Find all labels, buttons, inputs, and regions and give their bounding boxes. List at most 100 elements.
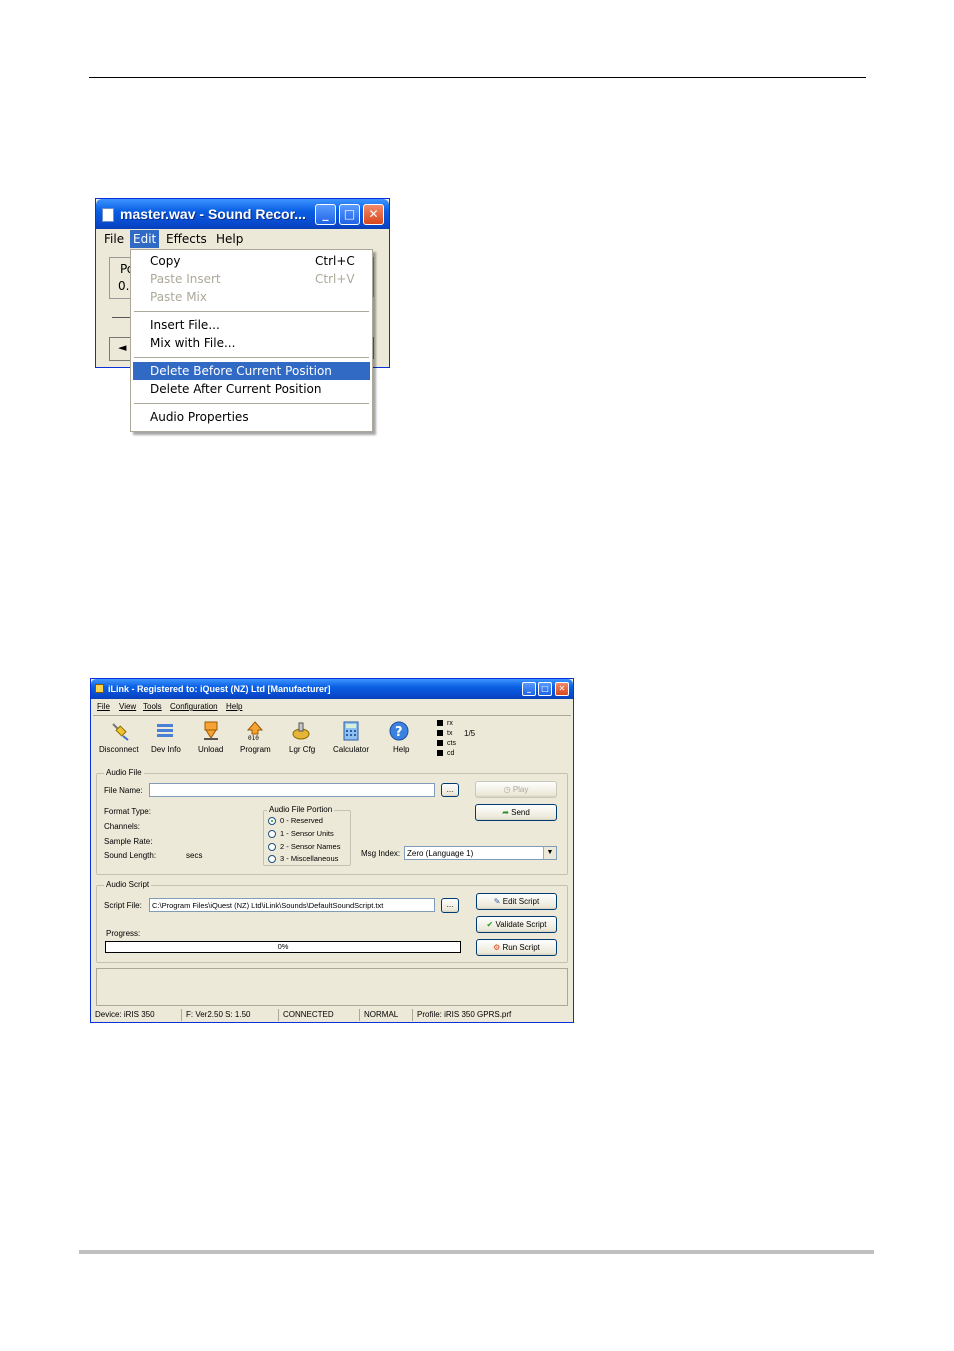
minimize-icon[interactable]: _ bbox=[315, 204, 336, 225]
ilink-title-bar[interactable]: iLink - Registered to: iQuest (NZ) Ltd [… bbox=[91, 679, 573, 699]
menu-separator bbox=[134, 357, 369, 358]
ilink-window: iLink - Registered to: iQuest (NZ) Ltd [… bbox=[90, 678, 574, 1023]
toolbar-unload-label[interactable]: Unload bbox=[198, 745, 223, 754]
menu-configuration[interactable]: Configuration bbox=[170, 702, 218, 711]
sound-length-label: Sound Length: bbox=[104, 851, 157, 860]
menu-item-delete-after[interactable]: Delete After Current Position bbox=[133, 380, 370, 398]
progress-label: Progress: bbox=[106, 929, 141, 938]
disconnect-plug-icon[interactable] bbox=[110, 721, 130, 741]
channels-label: Channels: bbox=[104, 822, 141, 831]
portion-label-miscellaneous: 3 - Miscellaneous bbox=[280, 854, 339, 863]
menu-item-paste-mix[interactable]: Paste Mix bbox=[133, 288, 370, 306]
portion-label-reserved: 0 - Reserved bbox=[280, 816, 323, 825]
audio-file-group-title: Audio File bbox=[104, 768, 144, 777]
portion-radio-reserved[interactable] bbox=[268, 817, 276, 825]
edit-script-button[interactable]: ✎ Edit Script bbox=[476, 893, 557, 910]
status-firmware: F: Ver2.50 S: 1.50 bbox=[182, 1009, 279, 1021]
menu-help[interactable]: Help bbox=[226, 702, 242, 711]
toolbar-divider bbox=[93, 715, 571, 716]
svg-text:010: 010 bbox=[248, 735, 259, 741]
status-device: Device: iRIS 350 bbox=[91, 1009, 182, 1021]
ilink-menubar: File View Tools Configuration Help bbox=[91, 700, 573, 714]
led-counter: 1/5 bbox=[464, 729, 476, 738]
progress-text: 0% bbox=[277, 942, 289, 951]
run-script-button[interactable]: ⚙ Run Script bbox=[476, 939, 557, 956]
portion-radio-sensor-names[interactable] bbox=[268, 843, 276, 851]
led-cts-label: cts bbox=[447, 740, 456, 747]
menu-item-audio-properties[interactable]: Audio Properties bbox=[133, 408, 370, 426]
script-browse-button[interactable]: ... bbox=[441, 898, 459, 913]
toolbar-calculator-label[interactable]: Calculator bbox=[333, 745, 369, 754]
send-arrow-icon: ➦ bbox=[502, 808, 512, 817]
track-slider[interactable] bbox=[112, 317, 130, 318]
file-name-input[interactable] bbox=[149, 783, 435, 797]
logger-config-icon[interactable] bbox=[291, 721, 311, 741]
toolbar-disconnect-label[interactable]: Disconnect bbox=[99, 745, 139, 754]
minimize-icon[interactable]: _ bbox=[522, 682, 536, 696]
file-browse-button[interactable]: ... bbox=[441, 783, 459, 797]
menu-edit[interactable]: Edit bbox=[130, 230, 160, 248]
edit-dropdown-menu: Copy Ctrl+C Paste Insert Ctrl+V Paste Mi… bbox=[130, 249, 373, 432]
calculator-icon[interactable] bbox=[341, 721, 361, 741]
toolbar-help-label[interactable]: Help bbox=[393, 745, 409, 754]
menu-file[interactable]: File bbox=[104, 232, 124, 246]
led-cd bbox=[437, 750, 443, 756]
menu-view[interactable]: View bbox=[119, 702, 136, 711]
page-footer-rule bbox=[79, 1250, 874, 1254]
msg-index-select[interactable]: Zero (Language 1) ▼ bbox=[404, 846, 557, 860]
page-header-rule bbox=[89, 77, 866, 78]
led-rx bbox=[437, 720, 443, 726]
maximize-icon[interactable]: □ bbox=[538, 682, 552, 696]
audio-script-group-title: Audio Script bbox=[104, 880, 152, 889]
sound-file-icon bbox=[102, 208, 114, 222]
menu-file[interactable]: File bbox=[97, 702, 110, 711]
program-arrow-icon[interactable]: 010 bbox=[245, 721, 265, 741]
play-button[interactable]: ◷ Play bbox=[475, 781, 557, 798]
help-icon[interactable]: ? bbox=[389, 721, 409, 741]
portion-radio-miscellaneous[interactable] bbox=[268, 855, 276, 863]
menu-tools[interactable]: Tools bbox=[143, 702, 162, 711]
menu-item-mix-with-file[interactable]: Mix with File... bbox=[133, 334, 370, 352]
menu-item-copy[interactable]: Copy Ctrl+C bbox=[133, 252, 370, 270]
led-rx-label: rx bbox=[447, 720, 453, 727]
led-tx bbox=[437, 730, 443, 736]
close-icon[interactable]: ✕ bbox=[555, 682, 569, 696]
menu-item-insert-file[interactable]: Insert File... bbox=[133, 316, 370, 334]
menu-help[interactable]: Help bbox=[216, 232, 243, 246]
file-name-label: File Name: bbox=[104, 786, 143, 795]
led-cd-label: cd bbox=[447, 750, 455, 757]
menu-item-paste-insert[interactable]: Paste Insert Ctrl+V bbox=[133, 270, 370, 288]
run-icon: ⚙ bbox=[493, 943, 503, 952]
ilink-title: iLink - Registered to: iQuest (NZ) Ltd [… bbox=[108, 684, 331, 694]
led-cts bbox=[437, 740, 443, 746]
status-connection: CONNECTED bbox=[279, 1009, 360, 1021]
audio-file-portion-title: Audio File Portion bbox=[267, 805, 335, 814]
validate-script-button[interactable]: ✔ Validate Script bbox=[476, 916, 557, 933]
sound-recorder-menubar: File Edit Effects Help bbox=[96, 229, 389, 249]
chevron-down-icon[interactable]: ▼ bbox=[543, 847, 556, 859]
sound-length-unit: secs bbox=[186, 851, 203, 860]
message-area bbox=[96, 968, 568, 1006]
portion-radio-sensor-units[interactable] bbox=[268, 830, 276, 838]
sound-recorder-title-bar[interactable]: master.wav - Sound Recor... _ □ ✕ bbox=[96, 199, 389, 229]
msg-index-value: Zero (Language 1) bbox=[407, 849, 474, 858]
menu-separator bbox=[134, 311, 369, 312]
script-file-value: C:\Program Files\iQuest (NZ) Ltd\iLink\S… bbox=[152, 901, 384, 910]
progress-bar: 0% bbox=[105, 941, 461, 953]
unload-arrow-icon[interactable] bbox=[201, 721, 221, 741]
menu-effects[interactable]: Effects bbox=[166, 232, 207, 246]
toolbar-dev-info-label[interactable]: Dev Info bbox=[151, 745, 181, 754]
maximize-icon[interactable]: □ bbox=[339, 204, 360, 225]
device-info-icon[interactable] bbox=[155, 721, 175, 741]
menu-item-delete-before[interactable]: Delete Before Current Position bbox=[133, 362, 370, 380]
menu-separator bbox=[134, 403, 369, 404]
ilink-app-icon bbox=[95, 684, 104, 693]
format-type-label: Format Type: bbox=[104, 807, 151, 816]
svg-text:?: ? bbox=[395, 725, 403, 740]
send-button[interactable]: ➦ Send bbox=[475, 804, 557, 821]
close-icon[interactable]: ✕ bbox=[363, 204, 384, 225]
toolbar-logger-config-label[interactable]: Lgr Cfg bbox=[289, 745, 315, 754]
script-file-input[interactable]: C:\Program Files\iQuest (NZ) Ltd\iLink\S… bbox=[149, 898, 435, 912]
toolbar-program-label[interactable]: Program bbox=[240, 745, 271, 754]
seek-back-icon: ◄ bbox=[118, 341, 127, 354]
